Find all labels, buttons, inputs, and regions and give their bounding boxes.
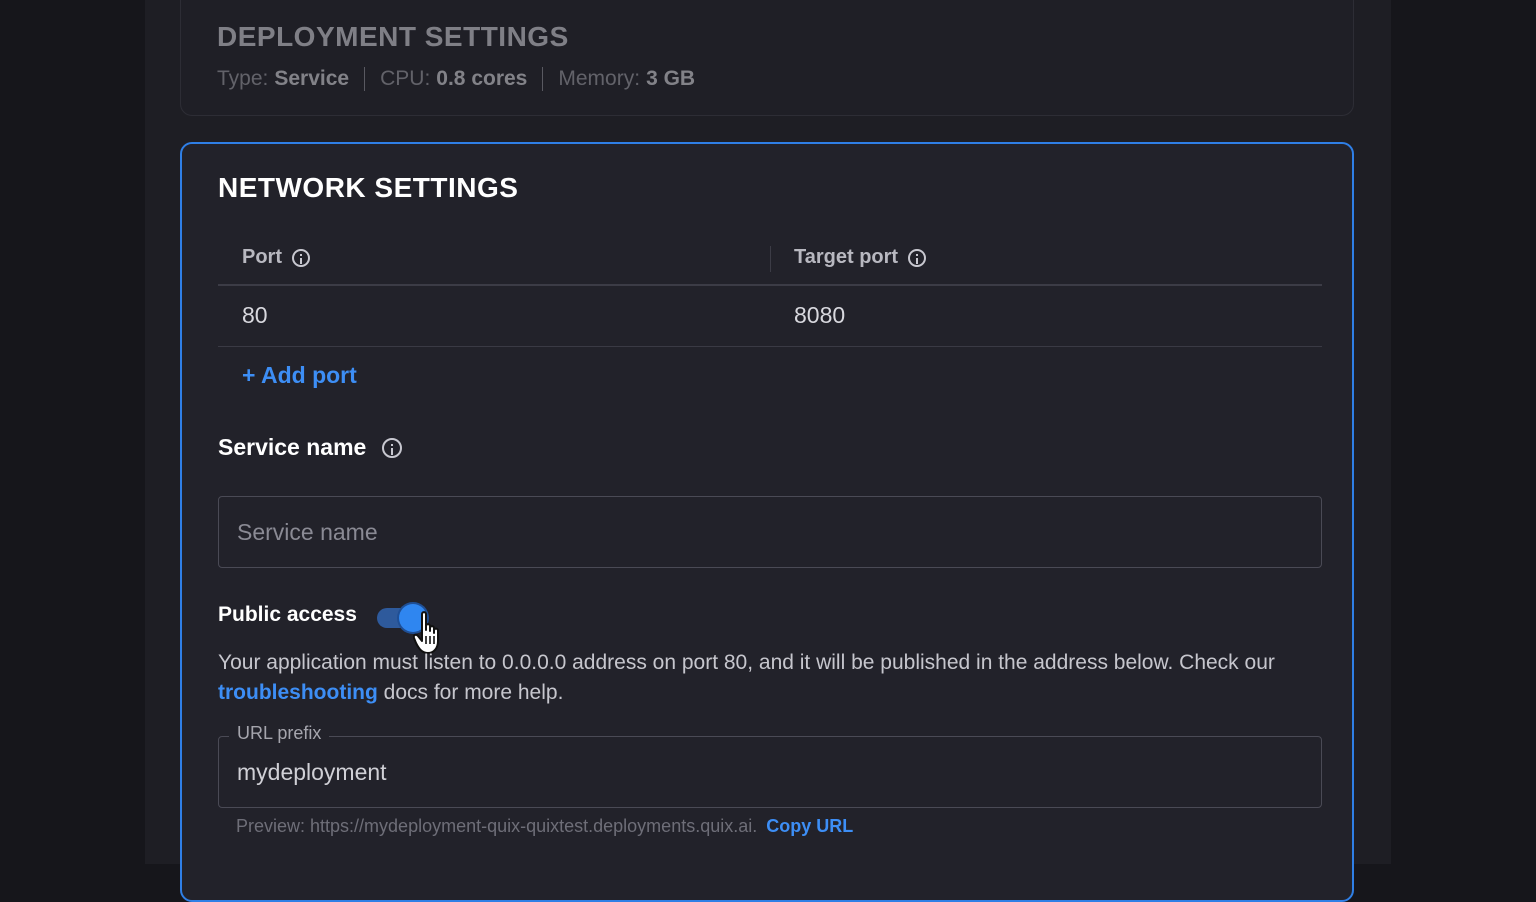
meta-divider [542, 67, 544, 91]
public-access-label: Public access [218, 603, 357, 626]
deployment-settings-title: DEPLOYMENT SETTINGS [217, 21, 569, 52]
type-label: Type: [217, 67, 269, 90]
column-divider[interactable] [770, 246, 771, 272]
url-prefix-input[interactable]: mydeployment [237, 759, 387, 786]
deployment-meta: Type: Service CPU: 0.8 cores Memory: 3 G… [217, 67, 695, 91]
info-icon[interactable] [292, 248, 310, 267]
url-preview: Preview: https://mydeployment-quix-quixt… [236, 816, 853, 837]
cpu-label: CPU: [380, 67, 431, 90]
public-access-toggle[interactable] [376, 602, 439, 654]
help-text-post: docs for more help. [383, 681, 564, 704]
deployment-settings-card: DEPLOYMENT SETTINGS Type: Service CPU: 0… [180, 0, 1354, 116]
column-header-label: Port [242, 246, 282, 268]
url-prefix-label: URL prefix [229, 723, 330, 744]
troubleshooting-link[interactable]: troubleshooting [218, 681, 378, 704]
preview-text: Preview: https://mydeployment-quix-quixt… [236, 816, 758, 836]
column-header-target-port: Target port [794, 246, 927, 269]
public-access-help: Your application must listen to 0.0.0.0 … [218, 648, 1328, 708]
network-settings-title: NETWORK SETTINGS [218, 172, 519, 203]
type-value: Service [274, 67, 350, 90]
network-settings-card: NETWORK SETTINGS Port Target port 80 808… [180, 142, 1354, 902]
port-cell[interactable]: 80 [242, 302, 268, 329]
column-header-label: Target port [794, 246, 899, 268]
info-icon[interactable] [382, 437, 403, 458]
info-icon[interactable] [908, 248, 927, 267]
help-text-pre: Your application must listen to 0.0.0.0 … [218, 651, 1275, 674]
memory-value: 3 GB [646, 67, 696, 90]
cpu-value: 0.8 cores [436, 67, 528, 90]
service-name-input[interactable]: Service name [218, 496, 1322, 568]
url-prefix-field[interactable]: URL prefix mydeployment [218, 723, 1322, 808]
ports-table: Port Target port 80 8080 [218, 238, 1322, 347]
table-row[interactable]: 80 8080 [218, 286, 1322, 347]
meta-divider [364, 67, 366, 91]
public-access-row: Public access [218, 602, 439, 654]
target-port-cell[interactable]: 8080 [794, 302, 845, 329]
copy-url-link[interactable]: Copy URL [766, 816, 853, 836]
column-header-port: Port [242, 246, 310, 269]
add-port-button[interactable]: + Add port [242, 362, 357, 389]
ports-table-header: Port Target port [218, 238, 1322, 286]
service-name-label-row: Service name [218, 434, 403, 461]
memory-label: Memory: [558, 67, 641, 90]
service-name-label: Service name [218, 434, 367, 460]
